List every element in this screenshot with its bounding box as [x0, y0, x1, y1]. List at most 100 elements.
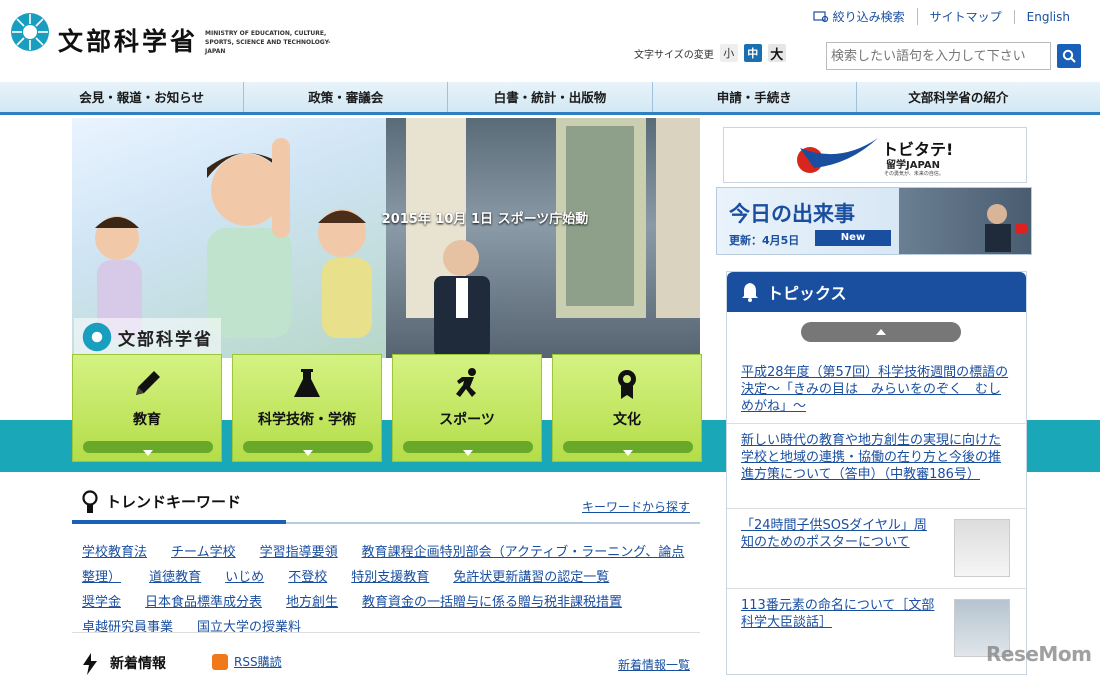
category-sports[interactable]: スポーツ: [392, 354, 542, 462]
video-thumbnail-icon: [985, 204, 1027, 252]
rss-label: RSS購読: [234, 655, 282, 669]
font-size-switcher: 文字サイズの変更 小 中 大: [634, 44, 786, 63]
news-header: 新着情報 RSS購読 新着情報一覧: [72, 632, 700, 675]
keyword-link[interactable]: チーム学校: [171, 545, 236, 560]
category-culture[interactable]: 文化: [552, 354, 702, 462]
news-list-link[interactable]: 新着情報一覧: [618, 656, 690, 673]
font-size-small-button[interactable]: 小: [719, 44, 738, 62]
page: 文部科学省 MINISTRY OF EDUCATION, CULTURE, SP…: [0, 0, 1100, 675]
today-events-date: 更新：4月5日: [729, 234, 800, 247]
font-size-medium-button[interactable]: 中: [743, 44, 762, 62]
ministry-logo-icon[interactable]: [10, 12, 50, 52]
logo-english: MINISTRY OF EDUCATION, CULTURE, SPORTS, …: [205, 30, 331, 55]
category-label: 科学技術・学術: [258, 412, 356, 428]
bell-icon: [742, 283, 758, 302]
nav-item-policy[interactable]: 政策・審議会: [243, 82, 447, 112]
sitemap-link[interactable]: サイトマップ: [916, 8, 1014, 25]
topics-header: トピックス: [727, 272, 1026, 312]
tobitate-banner[interactable]: トビタテ! 留学JAPAN その勇気が、未来の自信。: [723, 127, 1027, 183]
category-education[interactable]: 教育: [72, 354, 222, 462]
topic-item[interactable]: 新しい時代の教育や地方創生の実現に向けた学校と地域の連携・協働の在り方と今後の推…: [727, 423, 1026, 491]
topic-item[interactable]: 113番元素の命名について［文部科学大臣談話］: [727, 588, 1026, 675]
keyword-link[interactable]: 特別支援教育: [351, 570, 429, 585]
filter-search-link[interactable]: 絞り込み検索: [801, 8, 917, 25]
today-events-banner[interactable]: 今日の出来事 更新：4月5日 New: [716, 187, 1032, 255]
keyword-link[interactable]: 学校教育法: [82, 545, 147, 560]
font-size-large-button[interactable]: 大: [767, 44, 786, 63]
flask-icon: [294, 369, 320, 397]
keyword-link[interactable]: 地方創生: [286, 595, 338, 610]
nav-item-applications[interactable]: 申請・手続き: [651, 82, 856, 112]
expand-bar[interactable]: [563, 441, 693, 456]
topic-link[interactable]: 平成28年度（第57回）科学技術週間の標語の決定～「きみの目は みらいをのぞく …: [741, 364, 1012, 415]
keyword-link[interactable]: 教育資金の一括贈与に係る贈与税非課税措置: [362, 595, 622, 610]
keyword-link[interactable]: いじめ: [225, 570, 264, 585]
topic-item[interactable]: 平成28年度（第57回）科学技術週間の標語の決定～「きみの目は みらいをのぞく …: [727, 356, 1026, 423]
keyword-link[interactable]: 日本食品標準成分表: [145, 595, 262, 610]
utility-links: 絞り込み検索 サイトマップ English: [801, 8, 1082, 25]
topic-item[interactable]: 「24時間子供SOSダイヤル」周知のためのポスターについて: [727, 508, 1026, 577]
keyword-search-link[interactable]: キーワードから探す: [582, 498, 690, 515]
keyword-link[interactable]: 免許状更新講習の認定一覧: [453, 570, 609, 585]
tobitate-subtitle: 留学JAPAN: [886, 160, 940, 171]
category-label: スポーツ: [439, 412, 495, 428]
category-buttons: 教育 科学技術・学術 スポーツ 文化: [72, 354, 702, 462]
keyword-link[interactable]: 奨学金: [82, 595, 121, 610]
topics-panel: トピックス 平成28年度（第57回）科学技術週間の標語の決定～「きみの目は みら…: [726, 271, 1027, 675]
filter-search-label: 絞り込み検索: [832, 10, 905, 24]
watermark-logo: ReseMom: [986, 642, 1092, 666]
chevron-down-icon: [143, 450, 153, 456]
trend-keywords-header: トレンドキーワード キーワードから探す: [72, 484, 700, 524]
rss-link[interactable]: RSS購読: [212, 653, 282, 670]
chevron-up-icon: [876, 329, 886, 335]
category-label: 文化: [613, 412, 641, 428]
topic-link[interactable]: 113番元素の命名について［文部科学大臣談話］: [741, 597, 936, 631]
hero-caption: 2015年 10月 1日 スポーツ庁始動: [381, 212, 589, 227]
nav-item-about[interactable]: 文部科学省の紹介: [855, 82, 1060, 112]
runner-icon: [456, 368, 476, 397]
category-science[interactable]: 科学技術・学術: [232, 354, 382, 462]
topic-link[interactable]: 「24時間子供SOSダイヤル」周知のためのポスターについて: [741, 517, 936, 551]
chevron-down-icon: [303, 450, 313, 456]
today-events-title: 今日の出来事: [729, 202, 855, 226]
topics-scroll-up-button[interactable]: [801, 322, 961, 342]
hero-logo-text: 文部科学省: [118, 329, 213, 350]
poster-thumbnail[interactable]: [954, 519, 1010, 577]
lightning-icon: [83, 653, 97, 675]
new-badge: New: [815, 230, 891, 246]
hero-sports-agency-photo: [386, 118, 700, 358]
ministry-logo-small-icon: [82, 322, 112, 352]
category-label: 教育: [133, 412, 161, 428]
news-title: 新着情報: [110, 656, 166, 672]
sports-agency-illustration: [406, 118, 700, 358]
expand-bar[interactable]: [83, 441, 213, 456]
keyword-link[interactable]: 不登校: [288, 570, 327, 585]
nav-item-press[interactable]: 会見・報道・お知らせ: [40, 82, 243, 112]
expand-bar[interactable]: [403, 441, 533, 456]
rss-icon: [212, 653, 228, 670]
lightbulb-icon: [82, 490, 98, 513]
section-accent-bar: [72, 520, 286, 524]
tobitate-logo-icon: [797, 138, 878, 173]
english-link[interactable]: English: [1013, 9, 1082, 24]
hero-logo: 文部科学省: [74, 318, 221, 356]
search-icon: [1062, 49, 1076, 63]
global-nav: 会見・報道・お知らせ 政策・審議会 白書・統計・出版物 申請・手続き 文部科学省…: [0, 82, 1100, 115]
nav-item-publications[interactable]: 白書・統計・出版物: [447, 82, 651, 112]
trend-keywords-title: トレンドキーワード: [106, 493, 242, 511]
search-input[interactable]: [826, 42, 1051, 70]
keyword-link[interactable]: 道徳教育: [149, 570, 201, 585]
trend-keyword-list: 学校教育法 チーム学校 学習指導要領 教育課程企画特別部会（アクティブ・ラーニング、論…: [82, 540, 694, 640]
search-button[interactable]: [1057, 44, 1081, 68]
font-size-label: 文字サイズの変更: [634, 49, 714, 61]
medal-icon: [618, 370, 636, 399]
expand-bar[interactable]: [243, 441, 373, 456]
tobitate-tagline: その勇気が、未来の自信。: [884, 171, 944, 177]
keyword-link[interactable]: 学習指導要領: [260, 545, 338, 560]
pencil-icon: [136, 371, 160, 395]
topics-title: トピックス: [767, 284, 847, 303]
chevron-down-icon: [623, 450, 633, 456]
topic-link[interactable]: 新しい時代の教育や地方創生の実現に向けた学校と地域の連携・協働の在り方と今後の推…: [741, 432, 1012, 483]
logo-text[interactable]: 文部科学省: [58, 22, 198, 58]
search-window-icon: [813, 10, 828, 22]
